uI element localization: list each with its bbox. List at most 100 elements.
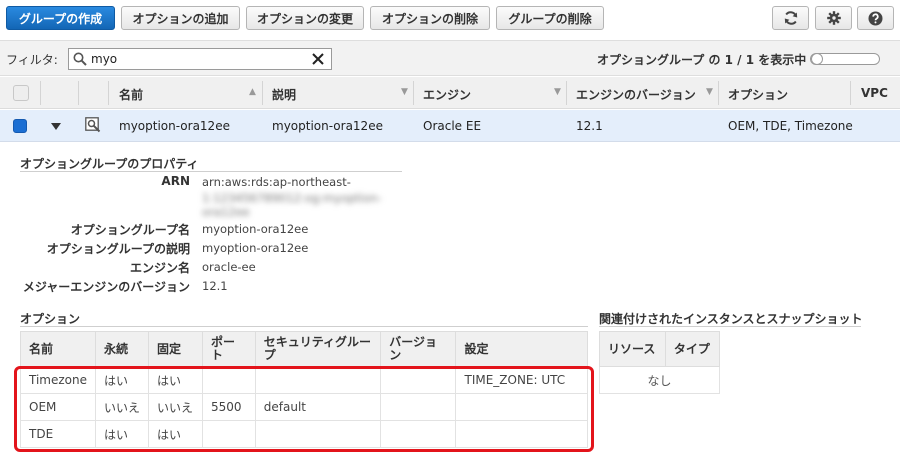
option-permanent: はい bbox=[148, 366, 203, 394]
create-group-button[interactable]: グループの作成 bbox=[6, 6, 115, 30]
sort-icon[interactable]: ▼ bbox=[554, 87, 561, 97]
options-col-version: バージョン bbox=[380, 331, 457, 367]
group-description-label: オプショングループの説明 bbox=[46, 242, 190, 256]
option-version bbox=[380, 420, 457, 448]
options-col-port: ポート bbox=[201, 331, 256, 367]
column-divider bbox=[108, 81, 109, 105]
divider bbox=[599, 326, 861, 327]
option-settings bbox=[455, 393, 588, 421]
option-port bbox=[201, 366, 256, 394]
row-description: myoption-ora12ee bbox=[272, 119, 383, 133]
arn-value-redacted: ora12ee bbox=[202, 205, 250, 219]
row-engine-version: 12.1 bbox=[576, 119, 603, 133]
table-row: TDE はい はい bbox=[20, 420, 588, 448]
arn-label: ARN bbox=[161, 174, 190, 188]
group-name-value: myoption-ora12ee bbox=[202, 222, 309, 236]
sort-asc-icon[interactable]: ▲ bbox=[249, 87, 256, 97]
auto-refresh-toggle[interactable] bbox=[810, 53, 880, 65]
filter-box bbox=[68, 48, 332, 70]
engine-name-value: oracle-ee bbox=[202, 260, 256, 274]
option-persistent: はい bbox=[94, 366, 150, 394]
table-header: 名前 ▲ 説明 ▼ エンジン ▼ エンジンのバージョン ▼ オプション VPC bbox=[0, 77, 900, 109]
expand-caret-icon[interactable] bbox=[51, 123, 61, 130]
delete-option-button[interactable]: オプションの削除 bbox=[370, 6, 490, 30]
column-divider bbox=[78, 81, 79, 105]
search-icon bbox=[73, 52, 87, 66]
related-empty: なし bbox=[599, 366, 720, 394]
options-col-security-group: セキュリティグループ bbox=[254, 331, 382, 367]
option-security-group bbox=[254, 420, 382, 448]
sort-icon[interactable]: ▼ bbox=[706, 87, 713, 97]
option-version bbox=[380, 393, 457, 421]
option-security-group bbox=[254, 366, 382, 394]
clear-filter-icon[interactable] bbox=[312, 53, 324, 65]
help-icon bbox=[868, 11, 883, 25]
options-col-name: 名前 bbox=[20, 331, 96, 367]
options-table: 名前 永続 固定 ポート セキュリティグループ バージョン 設定 Timezon… bbox=[20, 331, 588, 448]
add-option-button[interactable]: オプションの追加 bbox=[121, 6, 240, 30]
filter-input[interactable] bbox=[91, 50, 301, 68]
sort-icon[interactable]: ▼ bbox=[401, 87, 408, 97]
column-header-engine-version[interactable]: エンジンのバージョン bbox=[576, 86, 696, 103]
column-header-name[interactable]: 名前 bbox=[119, 86, 143, 103]
row-options: OEM, TDE, Timezone bbox=[728, 119, 853, 133]
options-section-title: オプション bbox=[20, 312, 81, 326]
row-engine: Oracle EE bbox=[423, 119, 482, 133]
table-row[interactable]: myoption-ora12ee myoption-ora12ee Oracle… bbox=[0, 110, 900, 142]
major-version-value: 12.1 bbox=[202, 279, 228, 293]
column-header-vpc[interactable]: VPC bbox=[861, 86, 888, 100]
option-settings: TIME_ZONE: UTC bbox=[455, 366, 588, 394]
gear-icon bbox=[826, 11, 841, 25]
delete-group-button[interactable]: グループの削除 bbox=[496, 6, 604, 30]
option-port: 5500 bbox=[201, 393, 256, 421]
arn-value-redacted: 1:123456789012:og:myoption- bbox=[202, 191, 382, 205]
option-name: OEM bbox=[20, 393, 96, 421]
select-all-checkbox[interactable] bbox=[13, 85, 29, 101]
related-header-row: リソース タイプ bbox=[599, 331, 721, 367]
help-button[interactable] bbox=[857, 6, 894, 30]
option-name: Timezone bbox=[20, 366, 96, 394]
filter-bar: フィルタ: オプショングループ の 1 / 1 を表示中 bbox=[0, 40, 900, 76]
option-permanent: いいえ bbox=[148, 393, 203, 421]
option-persistent: いいえ bbox=[94, 393, 150, 421]
properties-title: オプショングループのプロパティ bbox=[20, 157, 199, 171]
options-header-row: 名前 永続 固定 ポート セキュリティグループ バージョン 設定 bbox=[20, 331, 588, 367]
column-header-options[interactable]: オプション bbox=[728, 86, 788, 103]
option-security-group: default bbox=[254, 393, 382, 421]
column-header-description[interactable]: 説明 bbox=[272, 86, 296, 103]
divider bbox=[20, 326, 588, 327]
option-permanent: はい bbox=[148, 420, 203, 448]
option-name: TDE bbox=[20, 420, 96, 448]
refresh-button[interactable] bbox=[772, 6, 809, 30]
toggle-knob bbox=[811, 53, 823, 65]
row-checkbox[interactable] bbox=[13, 119, 27, 133]
column-divider bbox=[718, 81, 719, 105]
related-table: リソース タイプ なし bbox=[599, 331, 721, 394]
column-divider bbox=[262, 81, 263, 105]
option-persistent: はい bbox=[94, 420, 150, 448]
magnifier-detail-icon[interactable] bbox=[85, 117, 101, 133]
result-count: オプショングループ の 1 / 1 を表示中 bbox=[597, 53, 807, 67]
arn-value: arn:aws:rds:ap-northeast- bbox=[202, 175, 351, 189]
modify-option-button[interactable]: オプションの変更 bbox=[246, 6, 364, 30]
filter-label: フィルタ: bbox=[6, 53, 58, 67]
options-col-permanent: 固定 bbox=[148, 331, 203, 367]
table-row: なし bbox=[599, 366, 720, 394]
engine-name-label: エンジン名 bbox=[129, 261, 190, 275]
column-divider bbox=[850, 81, 851, 105]
settings-button[interactable] bbox=[815, 6, 852, 30]
refresh-icon bbox=[784, 11, 797, 25]
option-version bbox=[380, 366, 457, 394]
related-col-type: タイプ bbox=[664, 331, 721, 367]
table-row: OEM いいえ いいえ 5500 default bbox=[20, 393, 588, 421]
related-col-resource: リソース bbox=[599, 331, 666, 367]
column-header-engine[interactable]: エンジン bbox=[423, 86, 471, 103]
column-divider bbox=[40, 81, 41, 105]
related-section-title: 関連付けされたインスタンスとスナップショット bbox=[599, 312, 863, 326]
options-col-persistent: 永続 bbox=[94, 331, 150, 367]
column-divider bbox=[413, 81, 414, 105]
table-row: Timezone はい はい TIME_ZONE: UTC bbox=[20, 366, 588, 394]
major-version-label: メジャーエンジンのバージョン bbox=[22, 280, 190, 294]
option-settings bbox=[455, 420, 588, 448]
option-port bbox=[201, 420, 256, 448]
